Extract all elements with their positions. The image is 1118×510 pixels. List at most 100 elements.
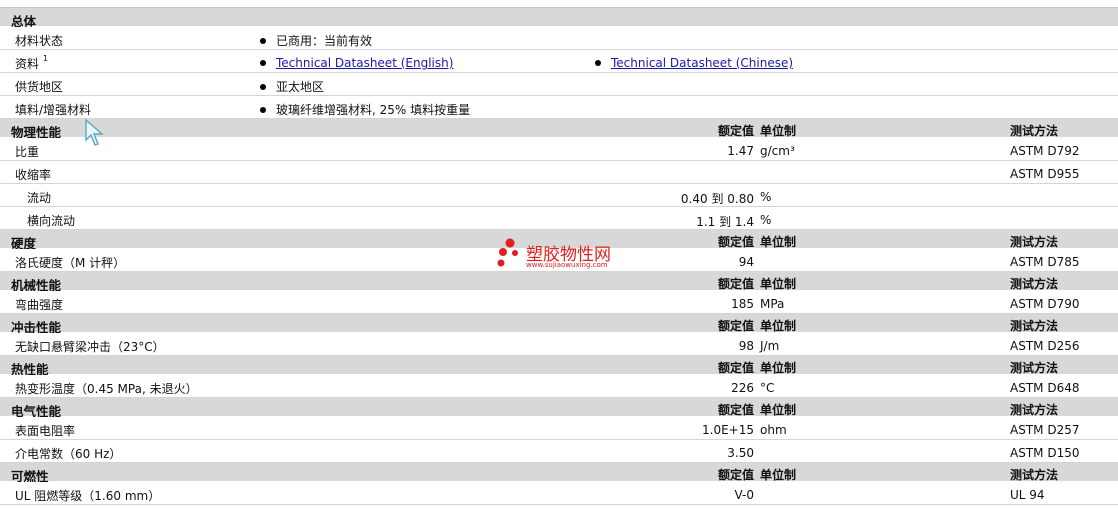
datasheet-english-link[interactable]: Technical Datasheet (English): [276, 56, 453, 70]
property-row: 弯曲强度 185 MPa ASTM D790: [0, 291, 1118, 314]
property-unit: °C: [760, 381, 775, 395]
column-value-header: 额定值: [717, 319, 754, 333]
column-value-header: 额定值: [717, 468, 754, 482]
property-unit: %: [760, 190, 772, 204]
bullet-icon: [595, 60, 601, 66]
watermark-url: www.sujiaowuxing.com: [526, 261, 608, 269]
general-row-docs: 资料 1 Technical Datasheet (English) Techn…: [0, 50, 1118, 73]
logo-dots-icon: [497, 238, 518, 267]
bullet-item: 玻璃纤维增强材料, 25% 填料按重量: [260, 101, 470, 118]
property-name: 比重: [15, 145, 40, 159]
section-header-flammability: 可燃性 额定值 单位制 测试方法: [0, 463, 1118, 484]
column-value-header: 额定值: [717, 277, 754, 291]
column-unit-header: 单位制: [760, 235, 797, 249]
section-header-mechanical: 机械性能 额定值 单位制 测试方法: [0, 272, 1118, 293]
property-test: ASTM D785: [1010, 255, 1080, 269]
general-row-filler: 填料/增强材料 玻璃纤维增强材料, 25% 填料按重量: [0, 96, 1118, 119]
bullet-item: 已商用：当前有效: [260, 32, 372, 49]
property-unit: %: [760, 213, 772, 227]
property-name: 表面电阻率: [15, 424, 76, 438]
column-test-header: 测试方法: [1010, 468, 1059, 482]
column-test-header: 测试方法: [1010, 319, 1059, 333]
section-header-electrical: 电气性能 额定值 单位制 测试方法: [0, 398, 1118, 419]
column-value-header: 额定值: [717, 124, 754, 138]
property-value: V-0: [734, 488, 754, 502]
section-header-physical: 物理性能 额定值 单位制 测试方法: [0, 119, 1118, 140]
property-value: 94: [738, 255, 754, 269]
mouse-cursor-icon: [85, 118, 104, 146]
row-label: 材料状态: [15, 34, 64, 48]
row-label: 填料/增强材料: [15, 103, 92, 117]
property-test: ASTM D955: [1010, 167, 1080, 181]
column-unit-header: 单位制: [760, 277, 797, 291]
column-unit-header: 单位制: [760, 468, 797, 482]
column-value-header: 额定值: [717, 361, 754, 375]
property-test: ASTM D150: [1010, 446, 1080, 460]
column-value-header: 额定值: [717, 235, 754, 249]
bullet-item: Technical Datasheet (English): [260, 56, 453, 70]
property-name: 弯曲强度: [15, 298, 64, 312]
column-unit-header: 单位制: [760, 403, 797, 417]
column-test-header: 测试方法: [1010, 403, 1059, 417]
column-test-header: 测试方法: [1010, 124, 1059, 138]
datasheet-chinese-link[interactable]: Technical Datasheet (Chinese): [611, 56, 793, 70]
bullet-icon: [260, 84, 266, 90]
property-name: 流动: [27, 191, 52, 205]
property-row: 介电常数（60 Hz） 3.50 ASTM D150: [0, 440, 1118, 463]
property-test: UL 94: [1010, 488, 1045, 502]
property-row: 表面电阻率 1.0E+15 ohm ASTM D257: [0, 417, 1118, 440]
property-row: 比重 1.47 g/cm³ ASTM D792: [0, 138, 1118, 161]
section-header-impact: 冲击性能 额定值 单位制 测试方法: [0, 314, 1118, 335]
bullet-icon: [260, 38, 266, 44]
property-test: ASTM D648: [1010, 381, 1080, 395]
property-row: 流动 0.40 到 0.80 %: [0, 184, 1118, 207]
property-value: 0.40 到 0.80: [680, 192, 754, 206]
section-header-thermal: 热性能 额定值 单位制 测试方法: [0, 356, 1118, 377]
property-unit: g/cm³: [760, 144, 795, 158]
property-name: 介电常数（60 Hz）: [15, 447, 122, 461]
property-unit: ohm: [760, 423, 787, 437]
column-test-header: 测试方法: [1010, 235, 1059, 249]
section-header-general: 总体: [0, 8, 1118, 29]
bullet-item: Technical Datasheet (Chinese): [595, 56, 793, 70]
column-test-header: 测试方法: [1010, 361, 1059, 375]
top-border: [0, 0, 1118, 8]
column-unit-header: 单位制: [760, 361, 797, 375]
row-label: 资料 1: [15, 54, 48, 71]
property-unit: MPa: [760, 297, 785, 311]
property-value: 1.1 到 1.4: [696, 215, 754, 229]
property-test: ASTM D792: [1010, 144, 1080, 158]
bullet-item: 亚太地区: [260, 78, 324, 95]
general-row-status: 材料状态 已商用：当前有效: [0, 27, 1118, 50]
property-value: 3.50: [727, 446, 754, 460]
property-row: 横向流动 1.1 到 1.4 %: [0, 207, 1118, 230]
general-row-region: 供货地区 亚太地区: [0, 73, 1118, 96]
property-value: 98: [738, 339, 754, 353]
property-name: 洛氏硬度（M 计秤）: [15, 256, 126, 270]
property-test: ASTM D257: [1010, 423, 1080, 437]
property-name: 横向流动: [27, 214, 76, 228]
property-name: 收缩率: [15, 168, 52, 182]
property-value: 185: [731, 297, 754, 311]
property-name: 无缺口悬臂梁冲击（23°C）: [15, 340, 165, 354]
property-row: 热变形温度（0.45 MPa, 未退火） 226 °C ASTM D648: [0, 375, 1118, 398]
property-name: UL 阻燃等级（1.60 mm）: [15, 489, 161, 503]
property-value: 226: [731, 381, 754, 395]
column-test-header: 测试方法: [1010, 277, 1059, 291]
bullet-icon: [260, 107, 266, 113]
property-row: 收缩率 ASTM D955: [0, 161, 1118, 184]
property-name: 热变形温度（0.45 MPa, 未退火）: [15, 382, 198, 396]
bullet-icon: [260, 60, 266, 66]
column-unit-header: 单位制: [760, 319, 797, 333]
property-unit: J/m: [760, 339, 780, 353]
property-test: ASTM D256: [1010, 339, 1080, 353]
property-row: 无缺口悬臂梁冲击（23°C） 98 J/m ASTM D256: [0, 333, 1118, 356]
property-test: ASTM D790: [1010, 297, 1080, 311]
column-value-header: 额定值: [717, 403, 754, 417]
property-row: UL 阻燃等级（1.60 mm） V-0 UL 94: [0, 482, 1118, 505]
property-value: 1.47: [727, 144, 754, 158]
property-value: 1.0E+15: [702, 423, 754, 437]
watermark-logo: 塑胶物性网 www.sujiaowuxing.com: [496, 238, 636, 274]
row-label: 供货地区: [15, 80, 64, 94]
column-unit-header: 单位制: [760, 124, 797, 138]
